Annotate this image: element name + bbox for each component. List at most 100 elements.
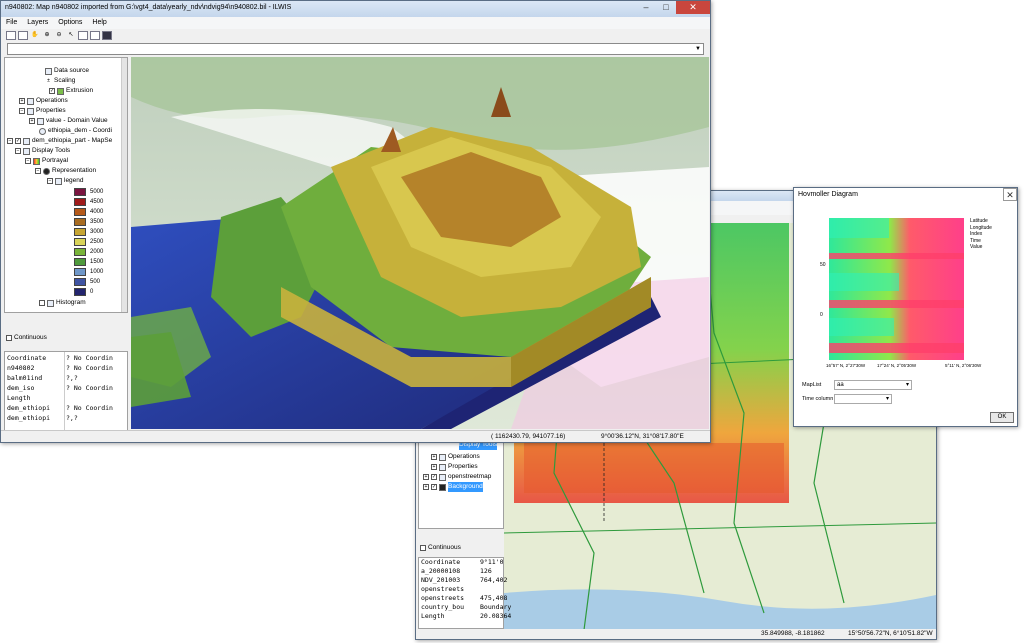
expand-icon[interactable]: + (423, 474, 429, 480)
expand-icon[interactable]: + (423, 484, 429, 490)
second-status-xy: 35.849988, -8.181862 (761, 630, 825, 637)
tree-item-properties[interactable]: + Properties (431, 462, 478, 472)
status-latlon: 9°00'36.12"N, 31°08'17.80"E (601, 433, 684, 440)
tree-item-scaling[interactable]: ± Scaling (45, 76, 75, 86)
tree-item-label: ethiopia_dem - Coordi (48, 127, 112, 134)
menu-file[interactable]: File (6, 17, 17, 29)
zoom-in-icon[interactable]: ⊕ (42, 31, 52, 40)
pixel-key: balm01ind (7, 374, 43, 382)
hovmoller-x-tick: 16°57' N, 2°27'30W (826, 363, 866, 368)
representation-icon (43, 167, 50, 175)
layer-checkbox[interactable]: ✓ (15, 138, 21, 144)
layer-checkbox[interactable]: ✓ (431, 474, 437, 480)
scaling-icon: ± (47, 77, 50, 84)
layer-checkbox[interactable]: ✓ (431, 484, 437, 490)
collapse-icon[interactable]: − (19, 108, 25, 114)
tree-item-openstreetmap[interactable]: + ✓ openstreetmap (423, 472, 491, 482)
legend-swatch (74, 287, 86, 296)
maplist-label: MapList (802, 382, 822, 388)
main-status-bar: ( 1162430.79, 941077.16) 9°00'36.12"N, 3… (1, 430, 710, 442)
close-icon[interactable]: ✕ (676, 1, 710, 14)
tree-item-portrayal[interactable]: − Portrayal (25, 156, 68, 166)
collapse-icon[interactable]: − (15, 148, 21, 154)
tree-scrollbar[interactable] (121, 58, 127, 312)
hovmoller-heatmap (829, 218, 964, 360)
pixel-value: ?,? (66, 414, 78, 422)
expand-icon[interactable]: + (29, 118, 35, 124)
legend-value: 2500 (90, 238, 104, 245)
pixel-key: a_20000108 (421, 567, 461, 575)
table-row: Length 20.08364 (419, 612, 511, 621)
tree-item-label: Operations (448, 453, 480, 460)
tree-item-label: Properties (448, 463, 478, 470)
pixel-value: 764,402 (480, 576, 508, 584)
tree-item-legend[interactable]: − legend (47, 176, 84, 186)
menu-options[interactable]: Options (58, 17, 82, 29)
table-row: openstreets 475,408 (419, 594, 507, 603)
legend-swatch (74, 267, 86, 276)
menu-layers[interactable]: Layers (27, 17, 48, 29)
second-layer-tree: Display Tools + Operations + Properties + ✓… (418, 439, 504, 529)
collapse-icon[interactable]: − (25, 158, 31, 164)
tree-item-operations[interactable]: + Operations (19, 96, 68, 106)
legend-value: 500 (90, 278, 101, 285)
new-icon[interactable] (6, 31, 16, 40)
legend-value: 1500 (90, 258, 104, 265)
menu-help[interactable]: Help (92, 17, 106, 29)
maplist-select[interactable]: aa ▾ (834, 380, 912, 390)
legend-swatch (74, 217, 86, 226)
continuous-toggle[interactable]: Continuous (6, 333, 47, 343)
collapse-icon[interactable]: − (7, 138, 13, 144)
tree-item-display-tools[interactable]: − Display Tools (15, 146, 70, 156)
tree-item-label: Representation (52, 167, 97, 174)
paste-icon[interactable] (90, 31, 100, 40)
chevron-down-icon[interactable]: ▼ (693, 44, 703, 54)
tree-item-extrusion[interactable]: ✓ Extrusion (49, 86, 93, 96)
hovmoller-plot[interactable] (829, 218, 964, 360)
select-icon[interactable]: ↖ (66, 31, 76, 40)
second-continuous-toggle[interactable]: Continuous (420, 543, 461, 553)
expand-icon[interactable]: + (19, 98, 25, 104)
zoom-out-icon[interactable]: ⊖ (54, 31, 64, 40)
tree-item-data-source[interactable]: Data source (45, 66, 89, 76)
histogram-checkbox[interactable] (39, 300, 45, 306)
table-row: n940802 ? No Coordin (5, 364, 127, 373)
legend-value: 3000 (90, 228, 104, 235)
tree-item-properties[interactable]: − Properties (19, 106, 66, 116)
tree-item-background[interactable]: + ✓ Background (423, 482, 483, 492)
time-column-select[interactable]: ▾ (834, 394, 892, 404)
tree-item-representation[interactable]: − Representation (35, 166, 96, 176)
pan-icon[interactable]: ✋ (30, 31, 40, 40)
collapse-icon[interactable]: − (35, 168, 41, 174)
properties-icon (439, 463, 446, 471)
tree-item-histogram[interactable]: Histogram (39, 298, 86, 308)
continuous-checkbox[interactable] (420, 545, 426, 551)
3d-map-view[interactable] (131, 57, 709, 429)
close-icon[interactable]: ✕ (1003, 188, 1017, 201)
expand-icon[interactable]: + (431, 454, 437, 460)
save-icon[interactable] (102, 31, 112, 40)
extrusion-checkbox[interactable]: ✓ (49, 88, 55, 94)
command-line-input[interactable]: ▼ (7, 43, 704, 55)
continuous-checkbox[interactable] (6, 335, 12, 341)
minimize-icon[interactable]: – (636, 1, 656, 14)
second-status-bar: 35.849988, -8.181862 15°50'56.72"N, 6°10… (416, 629, 936, 639)
tree-item-label: legend (64, 177, 84, 184)
table-row: balm01ind?,? (5, 374, 127, 383)
tree-item-value-domain[interactable]: + value - Domain Value (29, 116, 108, 126)
open-icon[interactable] (18, 31, 28, 40)
tree-item-ethiopia-coord[interactable]: ethiopia_dem - Coordi (39, 126, 112, 136)
legend-swatch (74, 197, 86, 206)
tree-item-dem-part[interactable]: − ✓ dem_ethiopia_part - MapSe (7, 136, 112, 146)
pixel-value: Boundary (480, 603, 512, 611)
continuous-label: Continuous (14, 334, 47, 341)
pixel-key: dem_iso (7, 384, 35, 392)
background-icon (439, 483, 446, 491)
expand-icon[interactable]: + (431, 464, 437, 470)
ok-button[interactable]: OK (990, 412, 1014, 423)
copy-icon[interactable] (78, 31, 88, 40)
tree-item-operations[interactable]: + Operations (431, 452, 480, 462)
pixel-key: dem_ethiopi (7, 414, 51, 422)
maximize-icon[interactable]: □ (656, 1, 676, 14)
collapse-icon[interactable]: − (47, 178, 53, 184)
